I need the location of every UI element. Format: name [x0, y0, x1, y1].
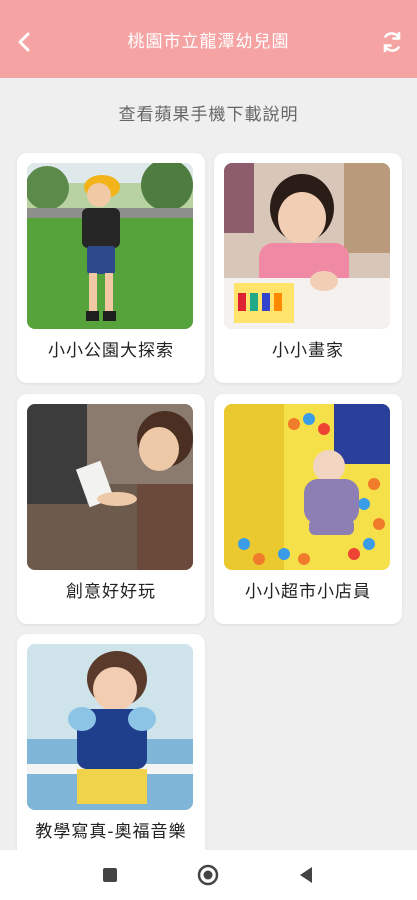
album-photo: [224, 404, 390, 570]
album-photo: [27, 644, 193, 810]
refresh-icon: [383, 31, 401, 53]
iphone-download-help-link[interactable]: 查看蘋果手機下載說明: [0, 100, 417, 125]
back-button[interactable]: [12, 30, 36, 54]
album-card[interactable]: 小小畫家: [214, 153, 402, 383]
app-header: 桃園市立龍潭幼兒園: [0, 0, 417, 78]
album-card[interactable]: 小小超市小店員: [214, 394, 402, 624]
back-nav-button[interactable]: [294, 863, 318, 887]
page-title: 桃園市立龍潭幼兒園: [127, 31, 290, 52]
album-card[interactable]: 小小公園大探索: [17, 153, 205, 383]
home-button[interactable]: [196, 863, 220, 887]
album-title: 小小公園大探索: [48, 341, 174, 361]
album-title: 小小畫家: [272, 341, 344, 361]
refresh-button[interactable]: [379, 29, 405, 55]
album-photo: [27, 404, 193, 570]
album-photo: [224, 163, 390, 329]
recent-apps-button[interactable]: [98, 863, 122, 887]
album-title: 創意好好玩: [66, 582, 156, 602]
album-photo: [27, 163, 193, 329]
chevron-left-icon: [18, 32, 30, 52]
album-title: 小小超市小店員: [245, 582, 371, 602]
square-icon: [103, 868, 117, 882]
triangle-back-icon: [300, 867, 312, 883]
album-card[interactable]: 創意好好玩: [17, 394, 205, 624]
album-title: 教學寫真-奧福音樂: [35, 822, 187, 842]
system-nav-bar: [0, 850, 417, 900]
circle-icon: [197, 864, 219, 886]
album-card[interactable]: 教學寫真-奧福音樂: [17, 634, 205, 864]
